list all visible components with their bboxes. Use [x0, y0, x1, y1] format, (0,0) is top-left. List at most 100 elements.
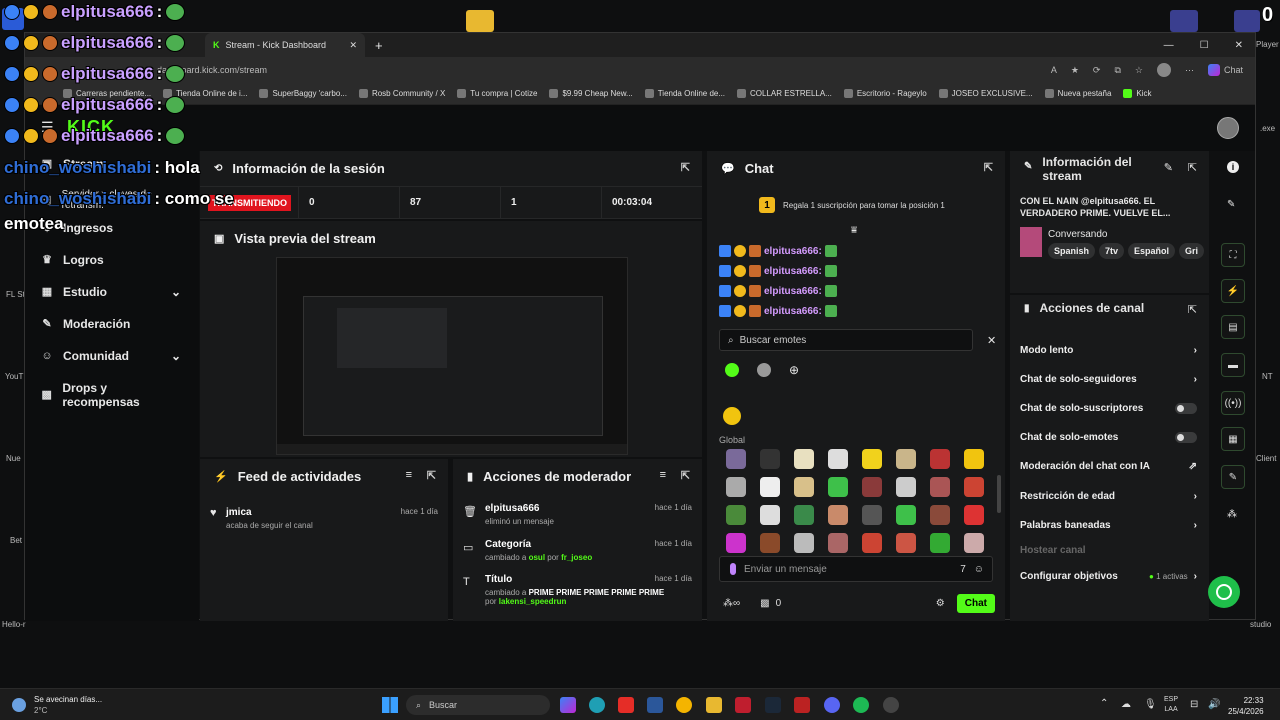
popout-icon[interactable]: ⇱: [1188, 161, 1197, 174]
emote-icon[interactable]: [828, 449, 848, 469]
emote-icon[interactable]: [726, 533, 746, 553]
emote-icon[interactable]: [828, 533, 848, 553]
discord-icon[interactable]: [824, 697, 840, 713]
popout-icon[interactable]: ⇱: [681, 161, 690, 174]
emote-icon[interactable]: [828, 505, 848, 525]
maximize-icon[interactable]: ☐: [1200, 40, 1209, 51]
emote-search-box[interactable]: ⌕ Buscar emotes: [719, 329, 973, 351]
tag-chip[interactable]: Gri: [1179, 243, 1204, 259]
tab-kick-dashboard[interactable]: K Stream - Kick Dashboard ✕: [205, 33, 365, 57]
close-emote-picker-icon[interactable]: ✕: [987, 334, 996, 347]
emote-icon[interactable]: [896, 505, 916, 525]
sidebar-item-comunidad[interactable]: ☺ Comunidad ⌄: [41, 349, 181, 363]
profile-avatar[interactable]: [1156, 63, 1171, 77]
stream-preview-video[interactable]: [276, 257, 628, 455]
edit-pencil-icon[interactable]: ✎: [1227, 199, 1235, 210]
seven-tv-icon[interactable]: 7: [960, 564, 966, 575]
rail-chat-button[interactable]: ▬: [1221, 353, 1245, 377]
emote-icon[interactable]: [862, 477, 882, 497]
bookmark-item[interactable]: Kick: [1123, 89, 1152, 98]
category-name[interactable]: Conversando: [1048, 229, 1107, 240]
support-chat-button[interactable]: [1208, 576, 1240, 608]
emote-icon[interactable]: [896, 449, 916, 469]
action-ai-moderation[interactable]: Moderación del chat con IA ⇗: [1020, 461, 1197, 472]
emote-icon[interactable]: [828, 477, 848, 497]
bookmark-item[interactable]: SuperBaggy 'carbo...: [259, 89, 347, 98]
steam-icon[interactable]: [765, 697, 781, 713]
edge-icon[interactable]: [589, 697, 605, 713]
close-window-icon[interactable]: ✕: [1235, 40, 1243, 51]
rail-broadcast-button[interactable]: ((•)): [1221, 391, 1245, 415]
sub-gift-banner[interactable]: 1 Regala 1 suscripción para tomar la pos…: [759, 197, 945, 213]
filter-icon[interactable]: ≡: [660, 469, 666, 481]
tag-chip[interactable]: Spanish: [1048, 243, 1096, 259]
tag-chip[interactable]: 7tv: [1099, 243, 1125, 259]
emote-icon[interactable]: [862, 505, 882, 525]
network-icon[interactable]: ⊟: [1190, 699, 1198, 710]
emotes-only-toggle[interactable]: [1175, 432, 1197, 443]
bookmark-item[interactable]: Nueva pestaña: [1044, 89, 1111, 98]
emote-icon[interactable]: [794, 449, 814, 469]
desktop-app-icon[interactable]: [1234, 10, 1260, 32]
obs-icon[interactable]: [883, 697, 899, 713]
subscribers-only-toggle[interactable]: [1175, 403, 1197, 414]
bookmark-item[interactable]: JOSEO EXCLUSIVE...: [938, 89, 1033, 98]
youtube-icon[interactable]: [618, 697, 634, 713]
emote-icon[interactable]: [723, 407, 741, 425]
chrome-icon[interactable]: [676, 697, 692, 713]
category-thumbnail[interactable]: [1020, 227, 1042, 257]
filezilla-icon[interactable]: [735, 697, 751, 713]
emote-icon[interactable]: [760, 449, 780, 469]
taskbar-search[interactable]: ⌕ Buscar: [406, 695, 550, 715]
community-icon[interactable]: ⁂: [1227, 509, 1237, 520]
volume-icon[interactable]: 🔊: [1208, 699, 1220, 710]
spotify-icon[interactable]: [853, 697, 869, 713]
emote-icon[interactable]: [794, 477, 814, 497]
pinned-icon[interactable]: ⩸: [851, 225, 857, 236]
new-tab-icon[interactable]: +: [375, 38, 383, 53]
emote-icon[interactable]: [760, 533, 780, 553]
popout-icon[interactable]: ⇱: [427, 469, 436, 482]
sidebar-item-estudio[interactable]: ▦ Estudio ⌄: [41, 285, 181, 299]
popout-icon[interactable]: ⇱: [1188, 303, 1197, 316]
emote-icon[interactable]: [930, 477, 950, 497]
emote-icon[interactable]: [896, 477, 916, 497]
popout-icon[interactable]: ⇱: [681, 469, 690, 482]
rail-wrench-button[interactable]: ✎: [1221, 465, 1245, 489]
bookmark-item[interactable]: Tienda Online de...: [644, 89, 725, 98]
emote-icon[interactable]: [862, 449, 882, 469]
action-slow-mode[interactable]: Modo lento ›: [1020, 345, 1197, 356]
app-icon[interactable]: [794, 697, 810, 713]
emote-icon[interactable]: [964, 449, 984, 469]
emote-icon[interactable]: [794, 533, 814, 553]
community-icon[interactable]: ⁂∞: [723, 598, 740, 609]
emote-icon[interactable]: [726, 477, 746, 497]
extension-icon[interactable]: ⟳: [1093, 65, 1101, 76]
sidebar-item-moderacion[interactable]: ✎ Moderación: [41, 317, 181, 331]
chat-input[interactable]: Enviar un mensaje 7 ☺: [719, 556, 993, 582]
action-banned-words[interactable]: Palabras baneadas ›: [1020, 520, 1197, 531]
emote-icon[interactable]: [726, 449, 746, 469]
chat-username[interactable]: elpitusa666:: [764, 286, 822, 297]
puzzle-icon[interactable]: ⧉: [1114, 65, 1120, 76]
emote-icon[interactable]: [760, 477, 780, 497]
tray-app-icon[interactable]: ☁: [1121, 699, 1131, 710]
windows-start-icon[interactable]: [382, 697, 398, 713]
bookmark-item[interactable]: Rosb Community / X: [358, 89, 445, 98]
copilot-chat-button[interactable]: Chat: [1207, 64, 1243, 76]
favorites-icon[interactable]: ☆: [1135, 65, 1143, 76]
minimize-icon[interactable]: —: [1164, 40, 1174, 51]
emote-search-input[interactable]: Buscar emotes: [740, 335, 807, 346]
edit-pencil-icon[interactable]: ✎: [1164, 161, 1173, 174]
action-followers-only[interactable]: Chat de solo-seguidores ›: [1020, 374, 1197, 385]
action-host-channel[interactable]: Hostear canal: [1020, 545, 1197, 556]
favorite-star-icon[interactable]: ★: [1071, 65, 1079, 76]
bookmark-item[interactable]: Escritorio - Rageylo: [843, 89, 927, 98]
language-indicator[interactable]: ESP LAA: [1164, 695, 1178, 715]
gift-icon[interactable]: ▩: [760, 598, 769, 609]
copilot-icon[interactable]: [560, 697, 576, 713]
emote-icon[interactable]: [896, 533, 916, 553]
chat-send-button[interactable]: Chat: [956, 594, 995, 613]
chat-username[interactable]: elpitusa666:: [764, 306, 822, 317]
emote-icon[interactable]: [964, 477, 984, 497]
